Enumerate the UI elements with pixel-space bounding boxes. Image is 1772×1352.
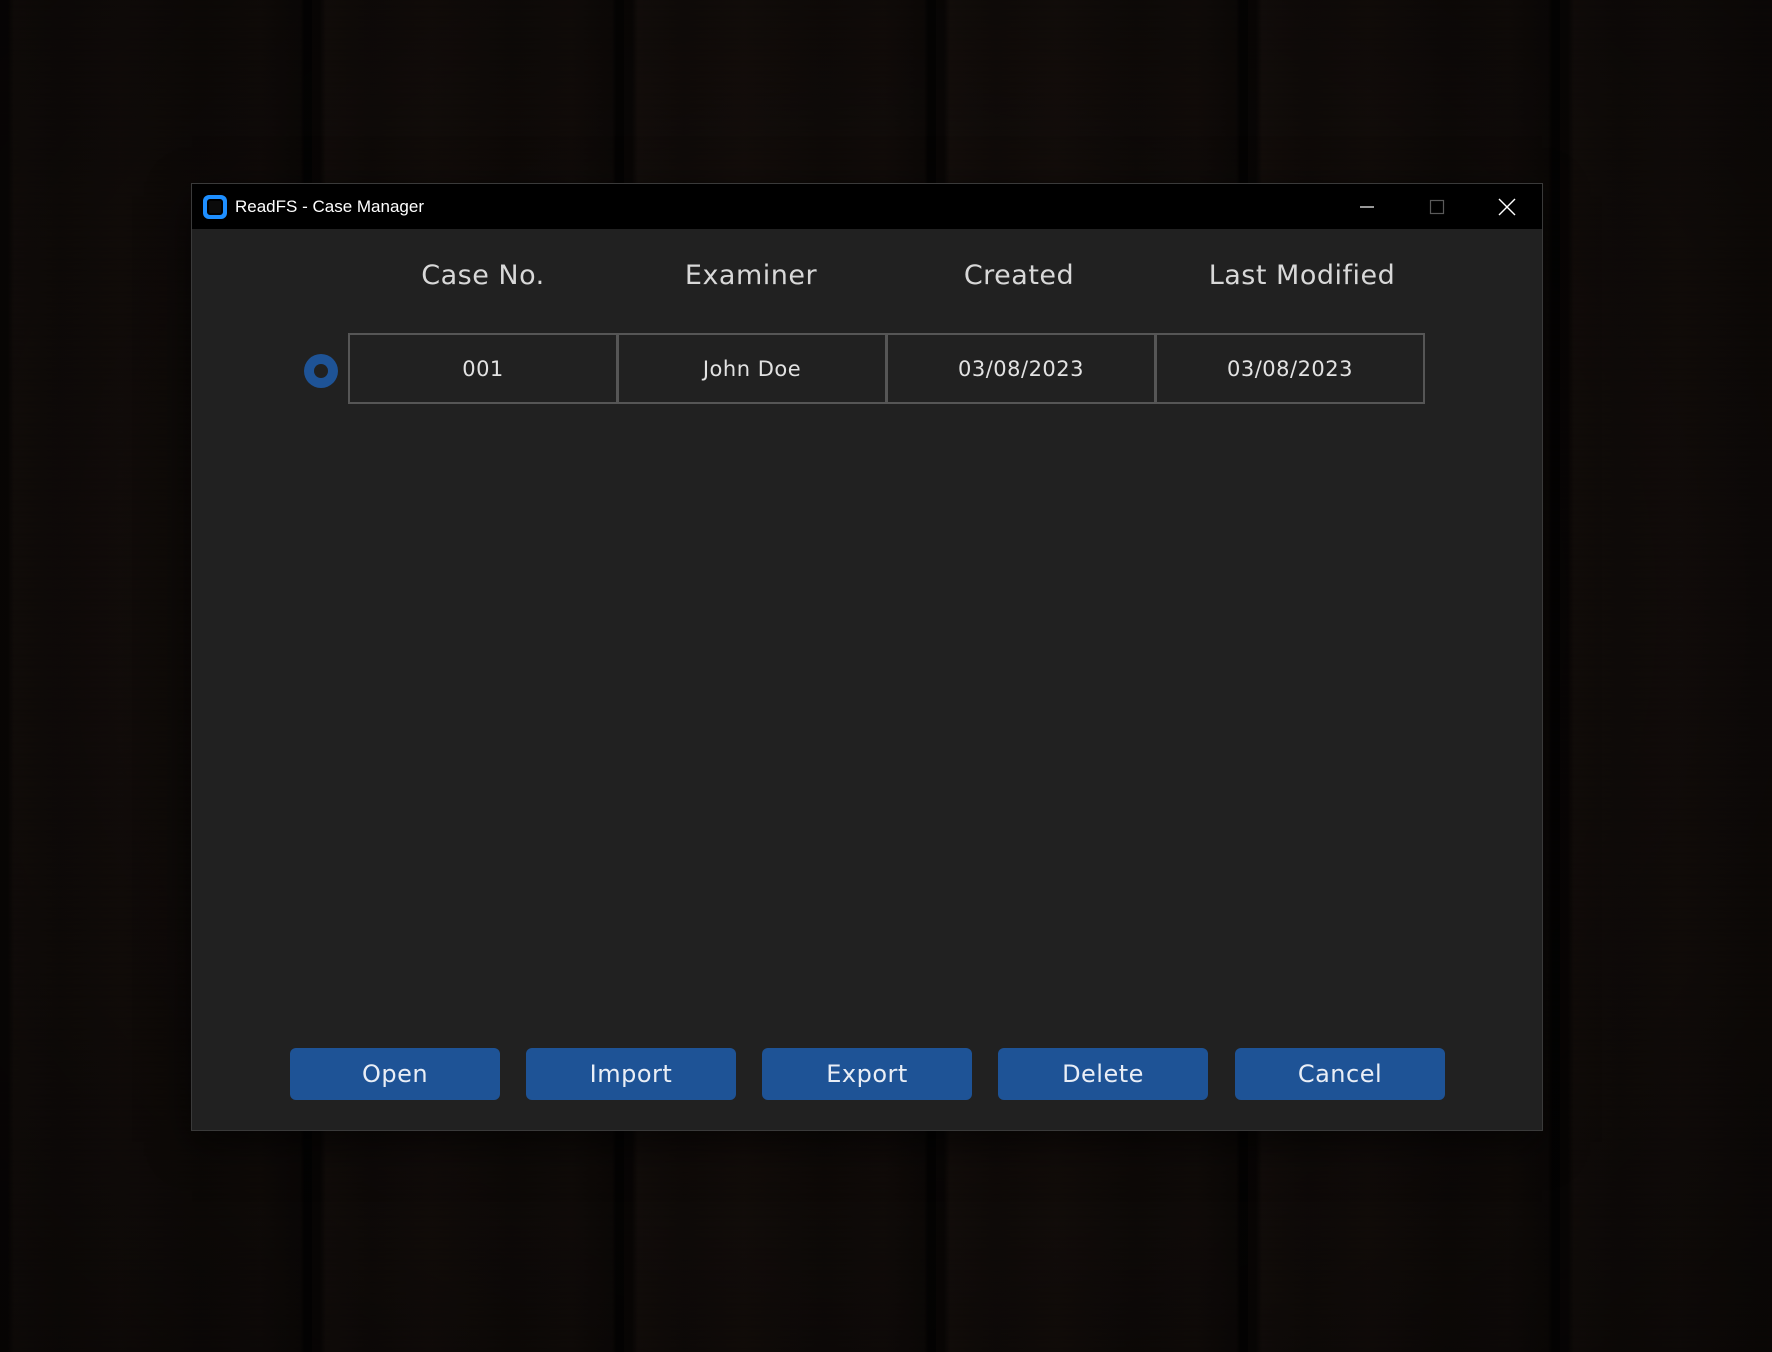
import-button[interactable]: Import [526,1048,736,1100]
close-icon [1498,198,1516,215]
delete-button[interactable]: Delete [998,1048,1208,1100]
header-last-modified: Last Modified [1208,260,1396,291]
cell-case-no[interactable]: 001 [348,333,618,404]
header-created: Created [963,260,1075,291]
radio-dot [314,364,328,378]
title-bar[interactable]: ReadFS - Case Manager [192,184,1542,229]
open-button[interactable]: Open [290,1048,500,1100]
case-select-radio[interactable] [304,354,338,388]
cell-created[interactable]: 03/08/2023 [886,333,1156,404]
minimize-icon [1360,205,1374,208]
app-icon [203,194,227,219]
window-title: ReadFS - Case Manager [235,196,424,216]
cell-examiner[interactable]: John Doe [617,333,887,404]
case-manager-window: ReadFS - Case Manager Case No. Examiner … [192,184,1542,1130]
close-button[interactable] [1472,184,1542,229]
minimize-button[interactable] [1332,184,1402,229]
header-case-no: Case No. [421,260,545,291]
export-button[interactable]: Export [762,1048,972,1100]
header-examiner: Examiner [684,260,818,291]
cancel-button[interactable]: Cancel [1235,1048,1445,1100]
window-controls [1332,184,1542,229]
maximize-button[interactable] [1402,184,1472,229]
maximize-icon [1429,199,1445,214]
cell-last-modified[interactable]: 03/08/2023 [1155,333,1425,404]
